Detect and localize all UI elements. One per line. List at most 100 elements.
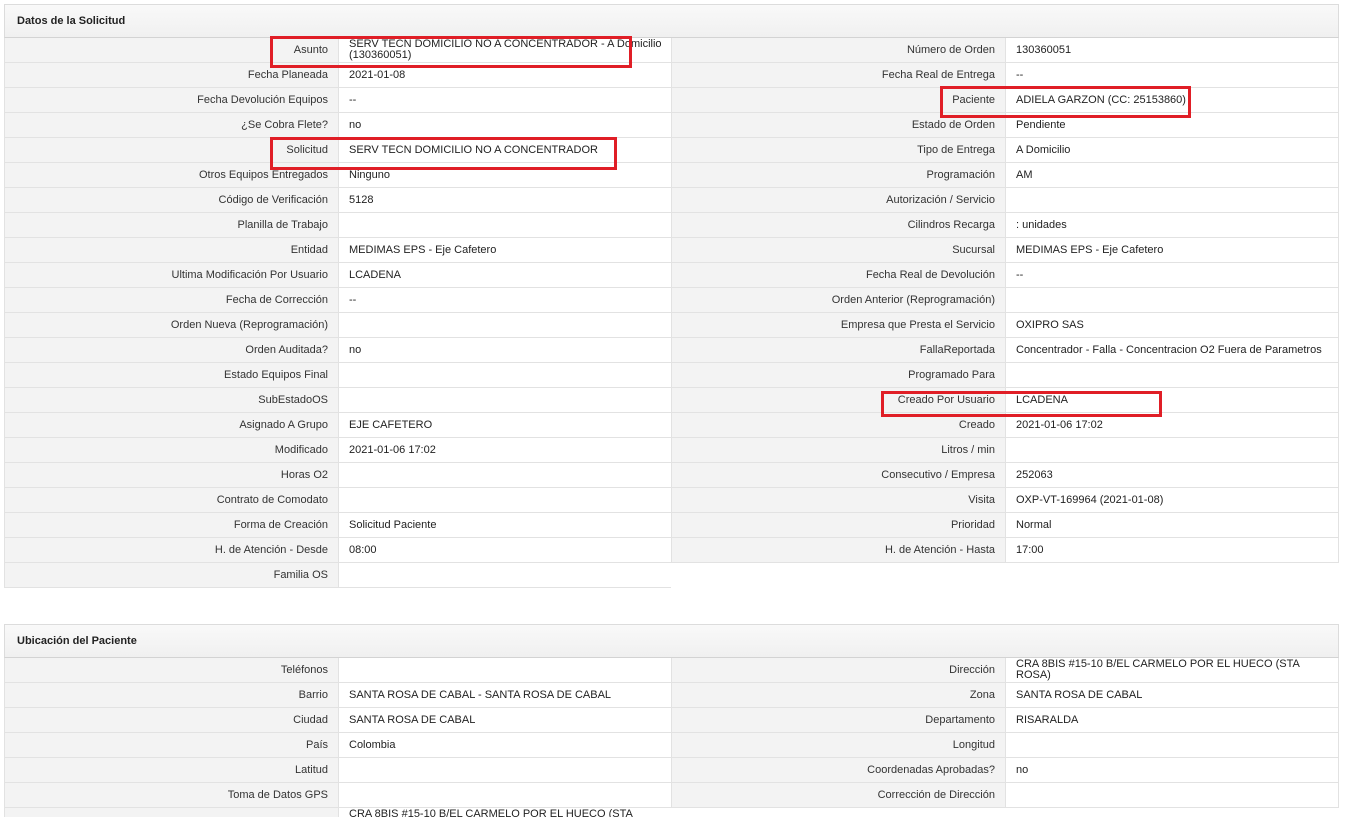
field-value-programado-para	[1006, 363, 1338, 387]
field-value-direccion: CRA 8BIS #15-10 B/EL CARMELO POR EL HUEC…	[1006, 658, 1338, 682]
field-row-longitud: Longitud	[671, 733, 1339, 758]
field-value-paciente: ADIELA GARZON (CC: 25153860)	[1006, 88, 1338, 112]
field-value-planilla-de-trabajo	[339, 213, 671, 237]
field-value-departamento: RISARALDA	[1006, 708, 1338, 732]
field-value-asunto: SERV TECN DOMICILIO NO A CONCENTRADOR - …	[339, 38, 671, 62]
field-value-orden-auditada: no	[339, 338, 671, 362]
field-row-codigo-de-verificacion: Código de Verificación 5128	[4, 188, 671, 213]
field-value-correccion-de-direccion	[1006, 783, 1338, 807]
field-label-empresa-que-presta-el-servicio: Empresa que Presta el Servicio	[672, 313, 1006, 337]
field-value-telefonos	[339, 658, 671, 682]
field-value-forma-de-creacion: Solicitud Paciente	[339, 513, 671, 537]
field-row-visita: Visita OXP-VT-169964 (2021-01-08)	[671, 488, 1339, 513]
field-row-fecha-devolucion-equipos: Fecha Devolución Equipos --	[4, 88, 671, 113]
field-value-h-de-atencion-hasta: 17:00	[1006, 538, 1338, 562]
field-row-pais: País Colombia	[4, 733, 671, 758]
field-value-empresa-que-presta-el-servicio: OXIPRO SAS	[1006, 313, 1338, 337]
field-label-visita: Visita	[672, 488, 1006, 512]
field-label-pais: País	[5, 733, 339, 757]
field-row-entidad: Entidad MEDIMAS EPS - Eje Cafetero	[4, 238, 671, 263]
field-row-litros-min: Litros / min	[671, 438, 1339, 463]
field-label-autorizacion-servicio: Autorización / Servicio	[672, 188, 1006, 212]
field-row-continuation-6: CRA 8BIS #15-10 B/EL CARMELO POR EL HUEC…	[4, 808, 671, 817]
field-value-fecha-real-de-devolucion: --	[1006, 263, 1338, 287]
field-value-estado-equipos-final	[339, 363, 671, 387]
field-value-coordenadas-aprobadas: no	[1006, 758, 1338, 782]
field-label-orden-auditada: Orden Auditada?	[5, 338, 339, 362]
field-value-litros-min	[1006, 438, 1338, 462]
ubicacion-section: Ubicación del Paciente Teléfonos Barrio SA…	[4, 624, 1339, 817]
ubicacion-left-column: Teléfonos Barrio SANTA ROSA DE CABAL - SAN…	[4, 658, 671, 817]
field-row-telefonos: Teléfonos	[4, 658, 671, 683]
field-row-fallareportada: FallaReportada Concentrador - Falla - Con…	[671, 338, 1339, 363]
field-value-subestadoos	[339, 388, 671, 412]
field-label-programado-para: Programado Para	[672, 363, 1006, 387]
field-label-telefonos: Teléfonos	[5, 658, 339, 682]
field-row-otros-equipos-entregados: Otros Equipos Entregados Ninguno	[4, 163, 671, 188]
field-label-paciente: Paciente	[672, 88, 1006, 112]
field-value-orden-anterior-reprogramacion	[1006, 288, 1338, 312]
field-label-entidad: Entidad	[5, 238, 339, 262]
solicitud-right-column: Número de Orden 130360051 Fecha Real de En…	[671, 38, 1339, 563]
field-value-creado-por-usuario: LCADENA	[1006, 388, 1338, 412]
field-value-entidad: MEDIMAS EPS - Eje Cafetero	[339, 238, 671, 262]
field-label-creado-por-usuario: Creado Por Usuario	[672, 388, 1006, 412]
field-row-zona: Zona SANTA ROSA DE CABAL	[671, 683, 1339, 708]
field-value-visita: OXP-VT-169964 (2021-01-08)	[1006, 488, 1338, 512]
field-label-fecha-planeada: Fecha Planeada	[5, 63, 339, 87]
field-value-solicitud: SERV TECN DOMICILIO NO A CONCENTRADOR	[339, 138, 671, 162]
field-row-consecutivo-empresa: Consecutivo / Empresa 252063	[671, 463, 1339, 488]
field-row-correccion-de-direccion: Corrección de Dirección	[671, 783, 1339, 808]
field-label-prioridad: Prioridad	[672, 513, 1006, 537]
field-row-asunto: Asunto SERV TECN DOMICILIO NO A CONCENTRA…	[4, 38, 671, 63]
field-value-modificado: 2021-01-06 17:02	[339, 438, 671, 462]
field-label-ultima-modificacion-por-usuario: Ultima Modificación Por Usuario	[5, 263, 339, 287]
field-label-fecha-real-de-devolucion: Fecha Real de Devolución	[672, 263, 1006, 287]
field-row-cilindros-recarga: Cilindros Recarga: unidades	[671, 213, 1339, 238]
field-row-programacion: Programación AM	[671, 163, 1339, 188]
field-label-estado-equipos-final: Estado Equipos Final	[5, 363, 339, 387]
field-row-latitud: Latitud	[4, 758, 671, 783]
field-label-programacion: Programación	[672, 163, 1006, 187]
field-label-fallareportada: FallaReportada	[672, 338, 1006, 362]
field-label-continuation-6	[5, 808, 339, 817]
field-label-estado-de-orden: Estado de Orden	[672, 113, 1006, 137]
field-value-fecha-real-de-entrega: --	[1006, 63, 1338, 87]
field-row-h-de-atencion-hasta: H. de Atención - Hasta 17:00	[671, 538, 1339, 563]
field-label-toma-de-datos-gps: Toma de Datos GPS	[5, 783, 339, 807]
field-label-cilindros-recarga: Cilindros Recarga	[672, 213, 1006, 237]
field-label-solicitud: Solicitud	[5, 138, 339, 162]
field-label-otros-equipos-entregados: Otros Equipos Entregados	[5, 163, 339, 187]
field-value-autorizacion-servicio	[1006, 188, 1338, 212]
field-label-codigo-de-verificacion: Código de Verificación	[5, 188, 339, 212]
solicitud-left-column: Asunto SERV TECN DOMICILIO NO A CONCENTRA…	[4, 38, 671, 588]
field-value-sucursal: MEDIMAS EPS - Eje Cafetero	[1006, 238, 1338, 262]
field-label-modificado: Modificado	[5, 438, 339, 462]
field-label-barrio: Barrio	[5, 683, 339, 707]
field-value-programacion: AM	[1006, 163, 1338, 187]
field-value-horas-o2	[339, 463, 671, 487]
field-label-ciudad: Ciudad	[5, 708, 339, 732]
field-value-consecutivo-empresa: 252063	[1006, 463, 1338, 487]
field-label-tipo-de-entrega: Tipo de Entrega	[672, 138, 1006, 162]
field-label-h-de-atencion-hasta: H. de Atención - Hasta	[672, 538, 1006, 562]
field-label-fecha-de-correccion: Fecha de Corrección	[5, 288, 339, 312]
ubicacion-section-title: Ubicación del Paciente	[4, 624, 1339, 658]
field-row-fecha-de-correccion: Fecha de Corrección --	[4, 288, 671, 313]
field-label-orden-nueva-reprogramacion: Orden Nueva (Reprogramación)	[5, 313, 339, 337]
field-value-prioridad: Normal	[1006, 513, 1338, 537]
field-label-subestadoos: SubEstadoOS	[5, 388, 339, 412]
field-row-forma-de-creacion: Forma de Creación Solicitud Paciente	[4, 513, 671, 538]
field-row-programado-para: Programado Para	[671, 363, 1339, 388]
field-row-prioridad: Prioridad Normal	[671, 513, 1339, 538]
field-label-contrato-de-comodato: Contrato de Comodato	[5, 488, 339, 512]
field-row-sucursal: Sucursal MEDIMAS EPS - Eje Cafetero	[671, 238, 1339, 263]
field-value-estado-de-orden: Pendiente	[1006, 113, 1338, 137]
field-label-litros-min: Litros / min	[672, 438, 1006, 462]
field-row-orden-auditada: Orden Auditada? no	[4, 338, 671, 363]
field-label-forma-de-creacion: Forma de Creación	[5, 513, 339, 537]
field-label-correccion-de-direccion: Corrección de Dirección	[672, 783, 1006, 807]
field-value-fecha-de-correccion: --	[339, 288, 671, 312]
field-row-horas-o2: Horas O2	[4, 463, 671, 488]
field-value-creado: 2021-01-06 17:02	[1006, 413, 1338, 437]
